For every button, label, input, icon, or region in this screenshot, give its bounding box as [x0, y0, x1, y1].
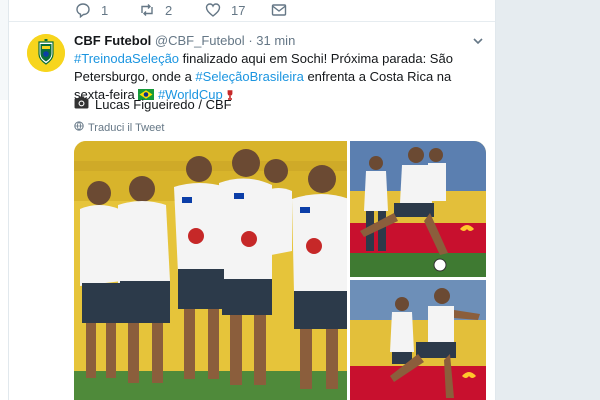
retweet-button[interactable]: 2 [139, 2, 172, 18]
photo-main[interactable] [74, 141, 349, 400]
chevron-down-icon[interactable] [471, 34, 485, 48]
photo-credit-text: Lucas Figueiredo / CBF [95, 96, 232, 112]
like-button[interactable]: 17 [205, 2, 245, 18]
avatar[interactable] [27, 34, 65, 72]
display-name[interactable]: CBF Futebol [74, 33, 151, 48]
reply-icon [75, 2, 91, 18]
photo-top-right[interactable] [350, 141, 486, 277]
direct-message-button[interactable] [271, 2, 287, 18]
timestamp[interactable]: 31 min [256, 33, 295, 48]
photo-bottom-right[interactable] [350, 280, 486, 400]
photo-credit: Lucas Figueiredo / CBF [74, 96, 232, 112]
retweet-count: 2 [165, 2, 173, 18]
reply-button[interactable]: 1 [75, 2, 108, 18]
hashtag-treino[interactable]: #TreinodaSeleção [74, 51, 179, 66]
right-column-bg [495, 0, 600, 400]
previous-tweet-actions: 1 2 17 [9, 0, 495, 22]
camera-icon [74, 96, 89, 112]
translate-label: Traduci il Tweet [88, 121, 165, 134]
like-count: 17 [231, 2, 246, 18]
tweet-header: CBF Futebol @CBF_Futebol · 31 min [74, 33, 295, 48]
reply-count: 1 [101, 2, 109, 18]
tweet[interactable]: CBF Futebol @CBF_Futebol · 31 min #Trein… [9, 22, 495, 400]
handle[interactable]: @CBF_Futebol [155, 33, 245, 48]
separator: · [248, 33, 253, 48]
photo-grid [74, 141, 486, 400]
retweet-icon [139, 2, 155, 18]
timeline-feed: 1 2 17 CBF Futebol @CBF_Futebol · 31 min… [8, 0, 496, 400]
hashtag-selecao[interactable]: #SeleçãoBrasileira [195, 69, 303, 84]
globe-icon [74, 121, 84, 134]
envelope-icon [271, 2, 287, 18]
heart-icon [205, 2, 221, 18]
translate-tweet-link[interactable]: Traduci il Tweet [74, 121, 164, 134]
